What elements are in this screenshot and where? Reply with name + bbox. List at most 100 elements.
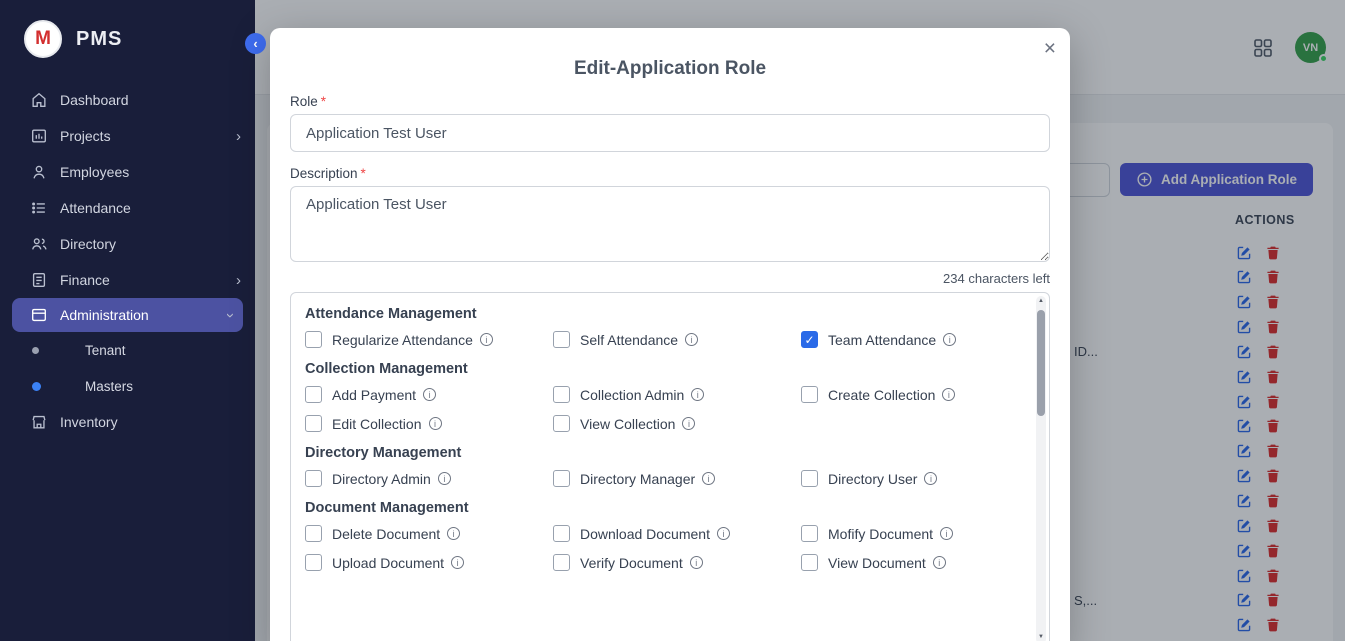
- checkbox[interactable]: [553, 386, 570, 403]
- permission-option[interactable]: Create Collectioni: [801, 386, 1049, 403]
- bullet-icon: [32, 382, 41, 391]
- permission-option[interactable]: Verify Document i: [553, 554, 801, 571]
- permission-option[interactable]: ✓Team Attendancei: [801, 331, 1049, 348]
- checkbox[interactable]: [305, 386, 322, 403]
- required-marker: *: [321, 94, 326, 109]
- sidebar-item-projects[interactable]: Projects ›: [0, 118, 255, 154]
- info-icon[interactable]: i: [691, 388, 704, 401]
- permission-label: Verify Document: [580, 555, 683, 571]
- checkbox[interactable]: [305, 470, 322, 487]
- permission-section-title: Collection Management: [305, 361, 1023, 377]
- info-icon[interactable]: i: [429, 417, 442, 430]
- projects-icon: [30, 127, 48, 145]
- permission-option[interactable]: Edit Collection i: [305, 415, 553, 432]
- scroll-up-icon[interactable]: ▲: [1036, 298, 1046, 304]
- checkbox[interactable]: ✓: [801, 331, 818, 348]
- permission-label: Edit Collection: [332, 416, 422, 432]
- info-icon[interactable]: i: [480, 333, 493, 346]
- sidebar-subitem-masters[interactable]: Masters: [0, 368, 255, 404]
- info-icon[interactable]: i: [943, 333, 956, 346]
- sidebar-item-label: Administration: [60, 307, 149, 323]
- info-icon[interactable]: i: [685, 333, 698, 346]
- info-icon[interactable]: i: [451, 556, 464, 569]
- permission-option[interactable]: Add Paymenti: [305, 386, 553, 403]
- sidebar-item-administration[interactable]: Administration ›: [12, 298, 243, 332]
- sidebar-item-label: Dashboard: [60, 92, 129, 108]
- info-icon[interactable]: i: [717, 527, 730, 540]
- brand-name: PMS: [76, 28, 122, 51]
- chevron-right-icon: ›: [236, 273, 241, 288]
- sidebar-nav: Dashboard Projects › Employees Attendanc…: [0, 82, 255, 440]
- sidebar-item-finance[interactable]: Finance ›: [0, 262, 255, 298]
- sidebar-collapse-button[interactable]: ‹: [245, 33, 266, 54]
- description-textarea[interactable]: Application Test User: [290, 186, 1050, 262]
- permission-option[interactable]: Directory Useri: [801, 470, 1049, 487]
- chevron-right-icon: ›: [236, 129, 241, 144]
- close-icon[interactable]: ×: [1044, 38, 1056, 59]
- checkbox[interactable]: [801, 525, 818, 542]
- permission-option[interactable]: Mofify Documenti: [801, 525, 1049, 542]
- permission-option[interactable]: Self Attendancei: [553, 331, 801, 348]
- permission-label: Download Document: [580, 526, 710, 542]
- checkbox[interactable]: [553, 415, 570, 432]
- info-icon[interactable]: i: [423, 388, 436, 401]
- bullet-icon: [32, 347, 39, 354]
- checkbox[interactable]: [801, 470, 818, 487]
- info-icon[interactable]: i: [682, 417, 695, 430]
- sidebar-subitem-tenant[interactable]: Tenant: [0, 332, 255, 368]
- sidebar: M PMS Dashboard Projects › Employees: [0, 0, 255, 641]
- permission-option[interactable]: Directory Admin i: [305, 470, 553, 487]
- permissions-panel: Attendance Management Regularize Attendan…: [290, 292, 1050, 641]
- role-label-text: Role: [290, 94, 318, 109]
- permission-section-title: Attendance Management: [305, 306, 1023, 322]
- sidebar-item-employees[interactable]: Employees: [0, 154, 255, 190]
- permission-option[interactable]: Upload Documenti: [305, 554, 553, 571]
- info-icon[interactable]: i: [447, 527, 460, 540]
- permission-option[interactable]: Regularize Attendancei: [305, 331, 553, 348]
- info-icon[interactable]: i: [933, 556, 946, 569]
- checkbox[interactable]: [305, 554, 322, 571]
- required-marker: *: [361, 166, 366, 181]
- role-input[interactable]: [290, 114, 1050, 152]
- permission-option[interactable]: View Collectioni: [553, 415, 801, 432]
- permission-label: Directory Manager: [580, 471, 695, 487]
- permission-label: Directory Admin: [332, 471, 431, 487]
- sidebar-item-label: Directory: [60, 236, 116, 252]
- info-icon[interactable]: i: [942, 388, 955, 401]
- checkbox[interactable]: [553, 554, 570, 571]
- app-logo: M PMS: [0, 0, 255, 72]
- home-icon: [30, 91, 48, 109]
- permission-option[interactable]: Download Document i: [553, 525, 801, 542]
- checkbox[interactable]: [553, 525, 570, 542]
- scroll-down-icon[interactable]: ▼: [1036, 634, 1046, 640]
- scrollbar-thumb[interactable]: [1037, 310, 1045, 416]
- checkbox[interactable]: [553, 470, 570, 487]
- description-label-text: Description: [290, 166, 358, 181]
- permissions-scrollbar[interactable]: ▲ ▼: [1036, 296, 1046, 641]
- info-icon[interactable]: i: [702, 472, 715, 485]
- info-icon[interactable]: i: [940, 527, 953, 540]
- permission-option[interactable]: Collection Admini: [553, 386, 801, 403]
- checkbox[interactable]: [305, 525, 322, 542]
- logo-icon: M: [24, 20, 62, 58]
- checkbox[interactable]: [801, 386, 818, 403]
- chevron-down-icon: ›: [223, 313, 238, 318]
- administration-icon: [30, 306, 48, 324]
- checkbox[interactable]: [553, 331, 570, 348]
- info-icon[interactable]: i: [690, 556, 703, 569]
- permission-option[interactable]: View Documenti: [801, 554, 1049, 571]
- permission-sections: Attendance Management Regularize Attendan…: [291, 306, 1023, 571]
- permission-section-title: Directory Management: [305, 445, 1023, 461]
- checkbox[interactable]: [305, 415, 322, 432]
- info-icon[interactable]: i: [438, 472, 451, 485]
- permission-option[interactable]: Directory Manager i: [553, 470, 801, 487]
- permission-option[interactable]: Delete Documenti: [305, 525, 553, 542]
- sidebar-item-directory[interactable]: Directory: [0, 226, 255, 262]
- sidebar-item-dashboard[interactable]: Dashboard: [0, 82, 255, 118]
- info-icon[interactable]: i: [924, 472, 937, 485]
- checkbox[interactable]: [801, 554, 818, 571]
- sidebar-item-inventory[interactable]: Inventory: [0, 404, 255, 440]
- sidebar-item-attendance[interactable]: Attendance: [0, 190, 255, 226]
- checkbox[interactable]: [305, 331, 322, 348]
- description-field-label: Description*: [290, 166, 1050, 181]
